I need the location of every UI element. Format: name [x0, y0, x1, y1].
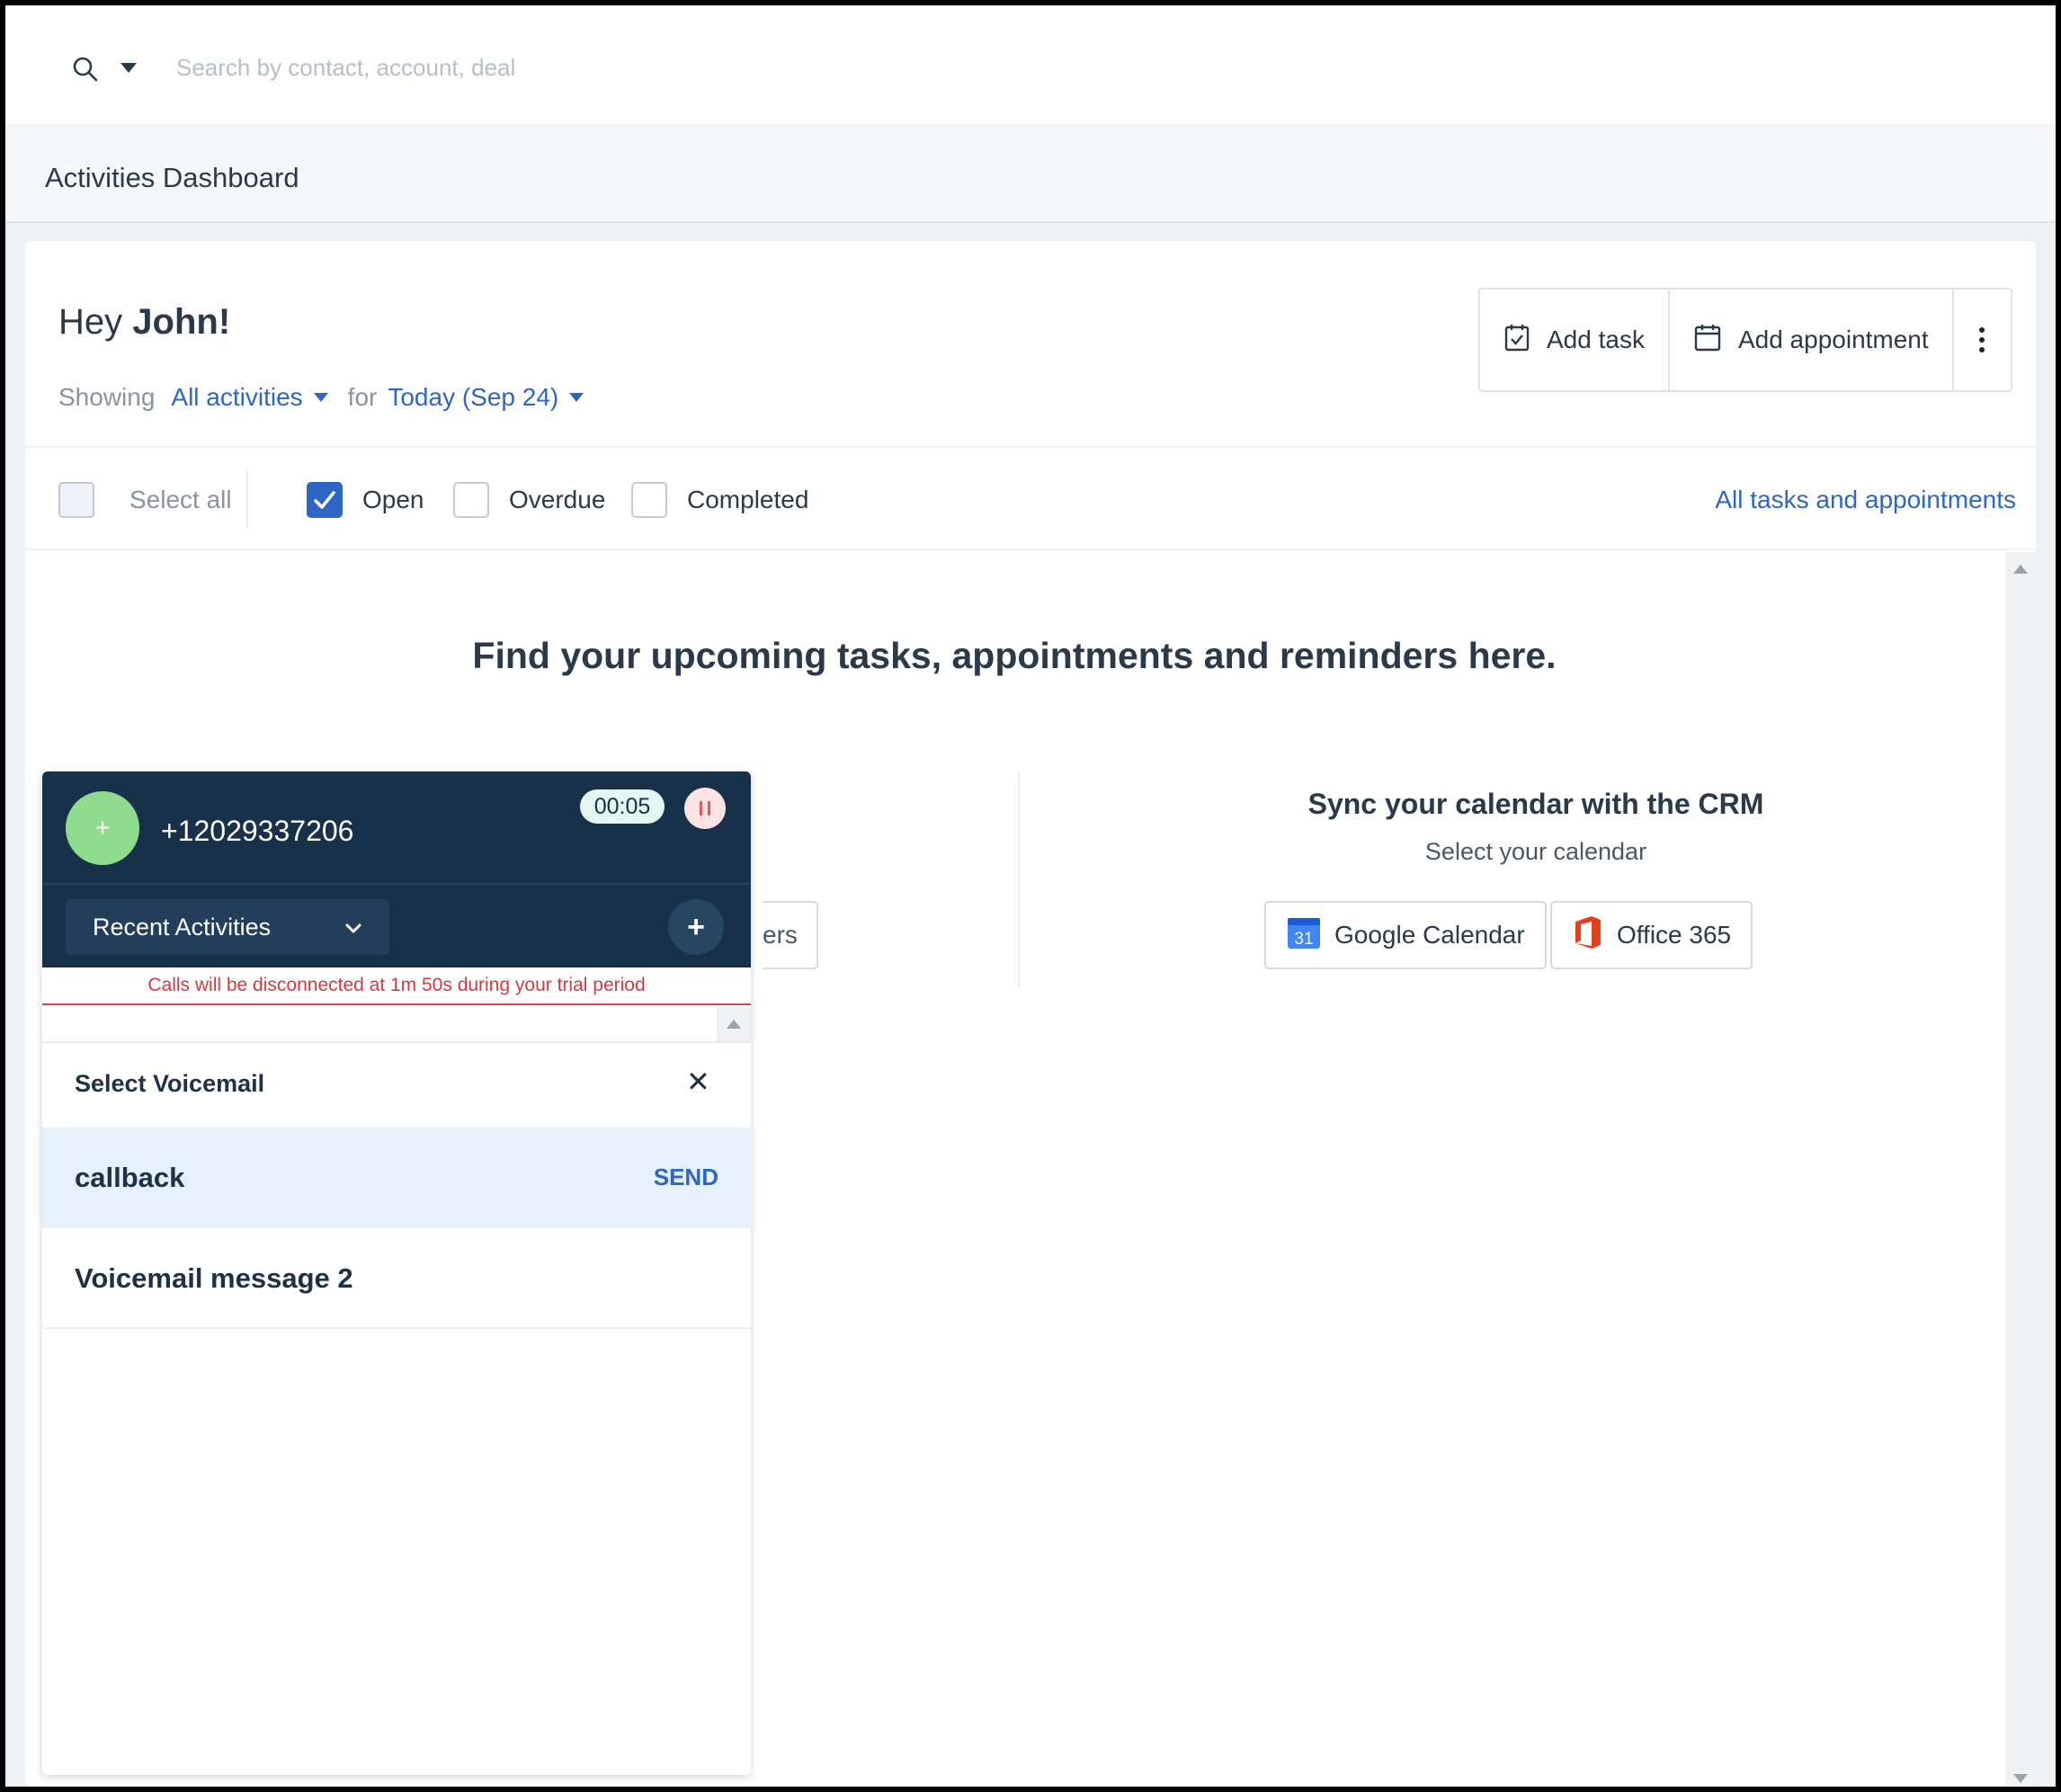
phone-dialer-widget: + +12029337206 00:05 Recent Activities +… — [42, 771, 751, 1775]
voicemail-name: callback — [75, 1162, 185, 1193]
open-label: Open — [362, 486, 424, 513]
showing-filter-row: Showing All activities for Today (Sep 24… — [58, 383, 584, 412]
for-label: for — [347, 383, 378, 411]
recent-activities-label: Recent Activities — [93, 913, 272, 941]
activity-filter-dropdown[interactable]: All activities — [171, 383, 302, 412]
scroll-up-arrow-icon[interactable] — [2013, 565, 2028, 574]
select-all-label: Select all — [129, 486, 232, 513]
recent-activities-dropdown[interactable]: Recent Activities — [66, 899, 389, 955]
page-title: Activities Dashboard — [45, 162, 299, 193]
all-tasks-link[interactable]: All tasks and appointments — [1715, 486, 2016, 514]
add-activity-button[interactable]: + — [668, 899, 724, 955]
voicemail-name: Voicemail message 2 — [75, 1262, 353, 1294]
caller-phone-number: +12029337206 — [161, 815, 354, 847]
add-task-button[interactable]: Add task — [1480, 290, 1668, 390]
date-filter-dropdown[interactable]: Today (Sep 24) — [388, 383, 558, 412]
google-calendar-label: Google Calendar — [1334, 921, 1525, 949]
call-header: + +12029337206 00:05 Recent Activities + — [42, 771, 751, 967]
search-scope-caret-icon[interactable] — [120, 63, 137, 73]
completed-checkbox[interactable] — [631, 482, 667, 518]
filter-divider — [246, 471, 248, 527]
office-365-icon — [1572, 914, 1604, 957]
call-timer: 00:05 — [580, 789, 665, 824]
task-check-icon — [1503, 323, 1530, 358]
scroll-down-arrow-icon[interactable] — [2013, 1774, 2028, 1783]
content-scrollbar[interactable] — [2005, 552, 2036, 1787]
add-activity-symbol: + — [687, 909, 705, 944]
avatar-add-symbol: + — [94, 814, 111, 842]
google-calendar-icon: 31 — [1286, 914, 1322, 957]
google-calendar-icon-text: 31 — [1294, 930, 1313, 949]
greeting-name: John! — [132, 302, 231, 342]
partially-hidden-button-label: ers — [763, 921, 798, 949]
page-header: Activities Dashboard — [5, 126, 2056, 223]
office-365-label: Office 365 — [1617, 921, 1732, 949]
empty-state-headline: Find your upcoming tasks, appointments a… — [472, 635, 1557, 676]
status-filter-bar: Select all Open Overdue Completed All ta… — [25, 446, 2036, 550]
add-appointment-button[interactable]: Add appointment — [1667, 290, 1952, 390]
date-filter-caret-icon[interactable] — [569, 393, 584, 402]
app-window: Activities Dashboard Hey John! Add task — [5, 5, 2056, 1787]
google-calendar-button[interactable]: 31 Google Calendar — [1264, 901, 1547, 969]
voicemail-panel-title: Select Voicemail — [75, 1070, 265, 1097]
trial-warning: Calls will be disconnected at 1m 50s dur… — [42, 967, 751, 1005]
showing-label: Showing — [58, 383, 156, 411]
greeting-prefix: Hey — [58, 302, 123, 342]
top-search-bar — [5, 5, 2056, 126]
pause-call-icon[interactable] — [684, 788, 726, 829]
add-appointment-label: Add appointment — [1737, 325, 1929, 353]
voicemail-panel: Select Voicemail ✕ callback SEND Voicema… — [42, 1041, 751, 1775]
office-365-button[interactable]: Office 365 — [1550, 901, 1753, 969]
partially-hidden-button[interactable]: ers — [763, 901, 818, 969]
calendar-icon — [1693, 323, 1722, 358]
header-separator — [42, 883, 751, 885]
completed-label: Completed — [687, 486, 809, 513]
add-task-label: Add task — [1547, 325, 1645, 353]
caller-avatar[interactable]: + — [66, 791, 139, 865]
activity-filter-caret-icon[interactable] — [313, 393, 328, 402]
search-input[interactable] — [176, 41, 986, 94]
chevron-down-icon — [344, 914, 362, 941]
checkmark-icon — [314, 491, 335, 509]
calendar-sync-subtitle: Select your calendar — [1424, 838, 1647, 865]
action-button-group: Add task Add appointment — [1478, 288, 2012, 392]
greeting: Hey John! — [58, 302, 230, 343]
voicemail-item[interactable]: callback SEND — [42, 1128, 751, 1228]
scroll-up-arrow-icon[interactable] — [727, 1020, 741, 1029]
voicemail-item[interactable]: Voicemail message 2 — [42, 1228, 751, 1329]
more-options-icon[interactable] — [1951, 290, 2010, 390]
calendar-sync-title: Sync your calendar with the CRM — [1307, 788, 1764, 820]
overdue-checkbox[interactable] — [453, 482, 489, 518]
section-divider — [1018, 771, 1020, 987]
select-all-checkbox[interactable] — [58, 482, 94, 518]
overdue-label: Overdue — [509, 486, 606, 513]
widget-scroll-up[interactable] — [717, 1007, 751, 1045]
close-icon[interactable]: ✕ — [686, 1065, 710, 1099]
search-icon[interactable] — [68, 52, 104, 88]
send-voicemail-button[interactable]: SEND — [654, 1163, 718, 1191]
open-checkbox[interactable] — [307, 482, 343, 518]
